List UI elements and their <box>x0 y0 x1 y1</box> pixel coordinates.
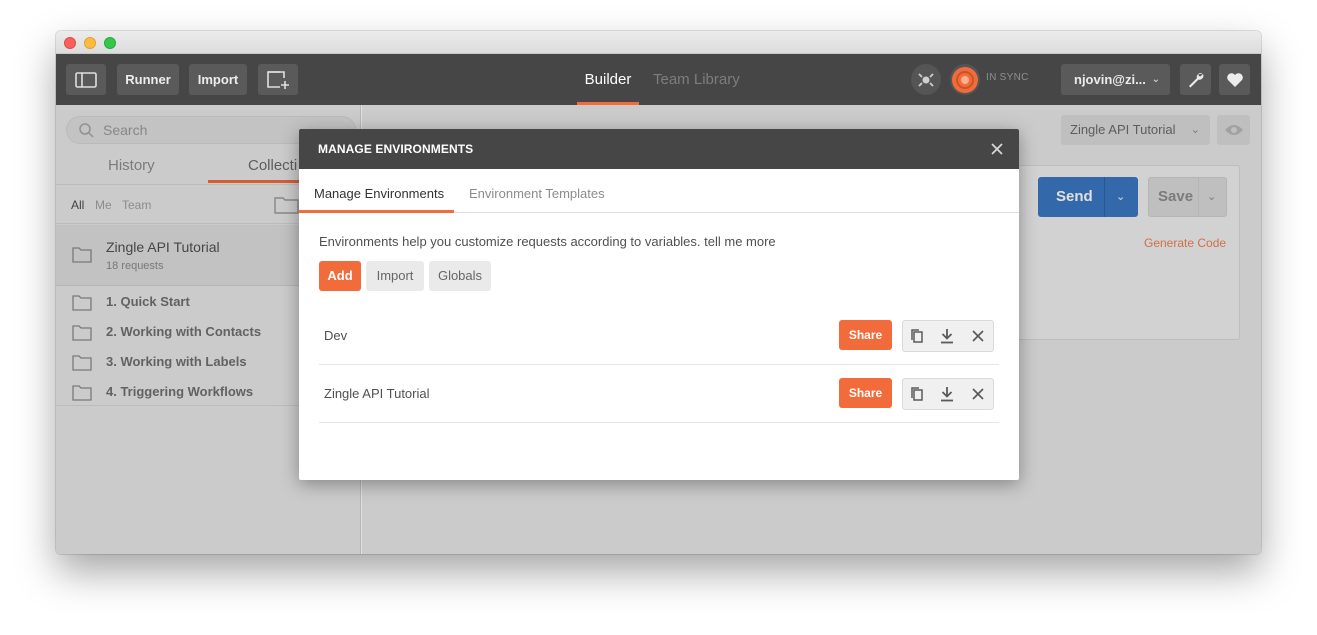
close-window-button[interactable] <box>64 37 76 49</box>
import-button[interactable]: Import <box>189 64 247 95</box>
heart-icon <box>1226 72 1243 87</box>
download-icon[interactable] <box>939 328 955 344</box>
environment-row[interactable]: Dev Share <box>319 307 999 365</box>
settings-button[interactable] <box>1180 64 1211 95</box>
import-environment-button[interactable]: Import <box>366 261 424 291</box>
delete-icon[interactable] <box>970 386 986 402</box>
app-header: Runner Import Builder Team Library IN SY… <box>56 54 1261 105</box>
add-environment-button[interactable]: Add <box>319 261 361 291</box>
environment-name[interactable]: Zingle API Tutorial <box>324 386 430 401</box>
sync-status-icon <box>952 66 978 93</box>
new-window-button[interactable] <box>258 64 298 95</box>
user-label: njovin@zi... <box>1074 72 1146 87</box>
tab-environment-templates[interactable]: Environment Templates <box>469 186 605 201</box>
interceptor-button[interactable] <box>911 64 941 95</box>
share-button[interactable]: Share <box>839 320 892 350</box>
sync-status-text: IN SYNC <box>986 72 1029 83</box>
support-button[interactable] <box>1219 64 1250 95</box>
environment-actions <box>902 378 994 410</box>
globals-button[interactable]: Globals <box>429 261 491 291</box>
duplicate-icon[interactable] <box>909 386 925 402</box>
environment-row[interactable]: Zingle API Tutorial Share <box>319 365 999 423</box>
user-menu-button[interactable]: njovin@zi... ⌄ <box>1061 64 1170 95</box>
sidebar-icon <box>75 71 97 88</box>
toggle-sidebar-button[interactable] <box>66 64 106 95</box>
manage-environments-modal: MANAGE ENVIRONMENTS Manage Environments … <box>299 129 1019 480</box>
new-window-icon <box>267 70 289 89</box>
wrench-icon <box>1188 72 1203 87</box>
tab-team-library[interactable]: Team Library <box>653 54 740 105</box>
active-tab-indicator <box>299 210 454 213</box>
satellite-icon <box>918 72 934 87</box>
share-button[interactable]: Share <box>839 378 892 408</box>
duplicate-icon[interactable] <box>909 328 925 344</box>
modal-title: MANAGE ENVIRONMENTS <box>318 142 474 156</box>
chevron-down-icon: ⌄ <box>1151 74 1160 85</box>
window-titlebar <box>56 31 1261 54</box>
environments-help-text: Environments help you customize requests… <box>319 234 776 249</box>
tab-builder[interactable]: Builder <box>577 54 639 105</box>
minimize-window-button[interactable] <box>84 37 96 49</box>
sync-button[interactable] <box>950 64 980 95</box>
modal-header: MANAGE ENVIRONMENTS <box>299 129 1019 169</box>
close-icon[interactable] <box>989 141 1005 157</box>
environment-actions <box>902 320 994 352</box>
tab-manage-environments[interactable]: Manage Environments <box>314 186 444 201</box>
runner-button[interactable]: Runner <box>117 64 179 95</box>
maximize-window-button[interactable] <box>104 37 116 49</box>
delete-icon[interactable] <box>970 328 986 344</box>
environment-name[interactable]: Dev <box>324 328 347 343</box>
download-icon[interactable] <box>939 386 955 402</box>
